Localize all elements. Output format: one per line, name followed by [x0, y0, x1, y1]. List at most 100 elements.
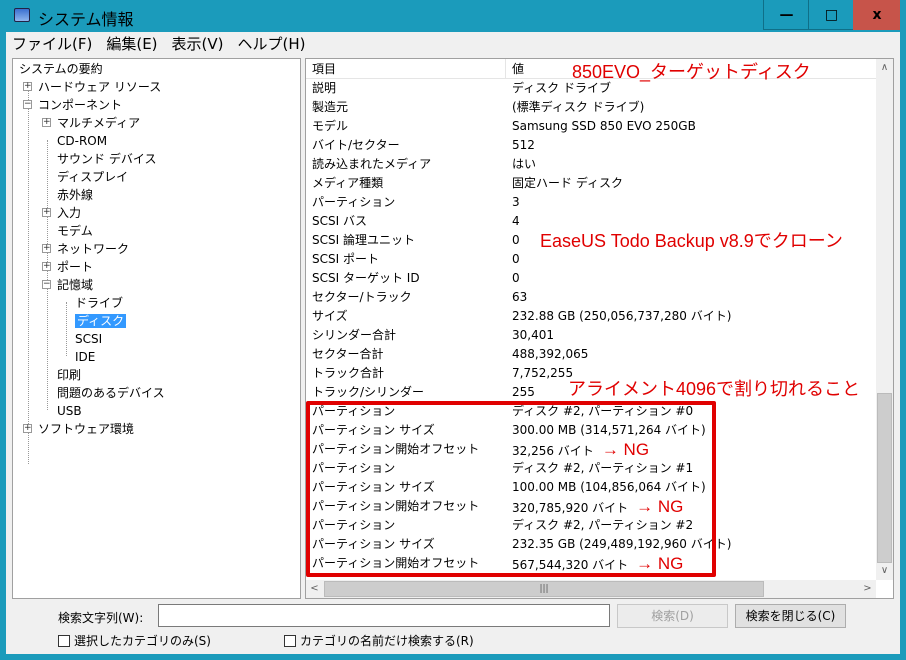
checkbox-label: カテゴリの名前だけ検索する(R): [300, 634, 474, 648]
expand-icon[interactable]: +: [23, 82, 32, 91]
scroll-up-icon[interactable]: ∧: [876, 62, 893, 73]
tree-item[interactable]: ポート: [57, 258, 93, 276]
tree-item-label: ハードウェア リソース: [38, 80, 162, 94]
table-row[interactable]: SCSI ターゲット ID 0: [306, 269, 876, 288]
tree-item-label: SCSI: [75, 332, 103, 346]
minimize-button[interactable]: —: [763, 0, 809, 30]
row-item: 読み込まれたメディア: [312, 157, 432, 171]
table-row[interactable]: セクター合計 488,392,065: [306, 345, 876, 364]
tree-item[interactable]: ディスプレイ: [57, 168, 128, 186]
tree-item[interactable]: ハードウェア リソース: [38, 78, 161, 96]
horizontal-scroll-thumb[interactable]: |||: [324, 581, 764, 597]
row-item: セクター/トラック: [312, 290, 412, 304]
column-header-item[interactable]: 項目: [306, 59, 506, 79]
expand-icon[interactable]: +: [42, 118, 51, 127]
table-row[interactable]: メディア種類 固定ハード ディスク: [306, 174, 876, 193]
search-input[interactable]: [158, 604, 610, 627]
expand-icon[interactable]: +: [42, 208, 51, 217]
expand-icon[interactable]: +: [42, 262, 51, 271]
tree-line: [47, 140, 48, 410]
row-item: バイト/セクター: [312, 138, 400, 152]
tree-item[interactable]: USB: [57, 402, 82, 420]
tree-item[interactable]: CD-ROM: [57, 132, 107, 150]
row-value: 0: [512, 269, 520, 288]
annotation-alignment: アライメント4096で割り切れること: [568, 379, 861, 399]
table-row[interactable]: モデル Samsung SSD 850 EVO 250GB: [306, 117, 876, 136]
expand-icon[interactable]: +: [23, 424, 32, 433]
tree-item[interactable]: 記憶域: [57, 276, 93, 294]
tree-item-label: ディスク: [75, 314, 127, 328]
tree-item-label: コンポーネント: [38, 98, 123, 112]
row-value-text: 63: [512, 290, 528, 304]
row-item: トラック/シリンダー: [312, 385, 425, 399]
menu-edit[interactable]: 編集(E): [100, 32, 163, 56]
checkbox-icon[interactable]: [284, 634, 296, 647]
row-item: SCSI 論理ユニット: [312, 233, 415, 247]
table-row[interactable]: パーティション 3: [306, 193, 876, 212]
tree-item-label: ネットワーク: [57, 242, 130, 256]
tree-item[interactable]: ディスク: [75, 312, 127, 330]
menu-view[interactable]: 表示(V): [166, 32, 230, 56]
row-item: セクター合計: [312, 347, 384, 361]
column-header-value[interactable]: 値: [506, 59, 524, 79]
expand-icon[interactable]: +: [42, 244, 51, 253]
horizontal-scrollbar[interactable]: < ||| >: [306, 580, 876, 598]
tree-item[interactable]: ソフトウェア環境: [38, 420, 134, 438]
row-value: 232.88 GB (250,056,737,280 バイト): [512, 307, 731, 326]
row-value: 7,752,255: [512, 364, 573, 383]
tree-item[interactable]: ネットワーク: [57, 240, 129, 258]
table-row[interactable]: 製造元 (標準ディスク ドライブ): [306, 98, 876, 117]
tree-item[interactable]: 印刷: [57, 366, 81, 384]
tree-item-label: モデム: [57, 224, 93, 238]
maximize-button[interactable]: □: [808, 0, 854, 30]
annotation-title: 850EVO_ターゲットディスク: [572, 62, 811, 82]
collapse-icon[interactable]: −: [23, 100, 32, 109]
row-value: 0: [512, 231, 520, 250]
only-selected-category-checkbox[interactable]: 選択したカテゴリのみ(S): [58, 632, 211, 649]
tree-item[interactable]: システムの要約: [19, 60, 103, 78]
tree-item-label: 問題のあるデバイス: [57, 386, 165, 400]
tree-item[interactable]: モデム: [57, 222, 93, 240]
category-names-only-checkbox[interactable]: カテゴリの名前だけ検索する(R): [284, 632, 474, 649]
menu-help[interactable]: ヘルプ(H): [232, 32, 312, 56]
tree-item[interactable]: コンポーネント: [38, 96, 122, 114]
table-row[interactable]: 読み込まれたメディア はい: [306, 155, 876, 174]
vertical-scrollbar[interactable]: ∧ ∨: [876, 59, 893, 580]
table-row[interactable]: バイト/セクター 512: [306, 136, 876, 155]
tree-item[interactable]: 入力: [57, 204, 81, 222]
close-find-button[interactable]: 検索を閉じる(C): [735, 604, 846, 628]
menu-file[interactable]: ファイル(F): [6, 32, 98, 56]
tree-item-label: IDE: [75, 350, 96, 364]
row-item: サイズ: [312, 309, 348, 323]
scroll-left-icon[interactable]: <: [306, 583, 323, 594]
row-value-text: 30,401: [512, 328, 554, 342]
find-button[interactable]: 検索(D): [617, 604, 728, 628]
scroll-down-icon[interactable]: ∨: [876, 565, 893, 576]
tree-item[interactable]: SCSI: [75, 330, 102, 348]
table-row[interactable]: セクター/トラック 63: [306, 288, 876, 307]
row-value-text: 0: [512, 252, 520, 266]
table-row[interactable]: シリンダー合計 30,401: [306, 326, 876, 345]
scroll-right-icon[interactable]: >: [859, 583, 876, 594]
tree-item[interactable]: サウンド デバイス: [57, 150, 156, 168]
row-value: 30,401: [512, 326, 554, 345]
tree-item[interactable]: IDE: [75, 348, 95, 366]
row-value: 0: [512, 250, 520, 269]
tree-item-label: USB: [57, 404, 82, 418]
tree-item[interactable]: ドライブ: [75, 294, 123, 312]
collapse-icon[interactable]: −: [42, 280, 51, 289]
tree-item-label: ドライブ: [75, 296, 124, 310]
row-value-text: Samsung SSD 850 EVO 250GB: [512, 119, 696, 133]
checkbox-icon[interactable]: [58, 634, 70, 647]
tree-item[interactable]: 問題のあるデバイス: [57, 384, 165, 402]
category-tree[interactable]: システムの要約 + ハードウェア リソース − コンポーネント + マルチメディア CD-RO…: [12, 58, 301, 599]
tree-item[interactable]: マルチメディア: [57, 114, 140, 132]
tree-item-label: 赤外線: [57, 188, 94, 202]
tree-item[interactable]: 赤外線: [57, 186, 93, 204]
table-row[interactable]: サイズ 232.88 GB (250,056,737,280 バイト): [306, 307, 876, 326]
vertical-scroll-thumb[interactable]: [877, 393, 892, 563]
tree-item-label: マルチメディア: [57, 116, 141, 130]
tree-item-label: 印刷: [57, 368, 82, 382]
close-button[interactable]: x: [853, 0, 900, 30]
row-item: SCSI ポート: [312, 252, 379, 266]
